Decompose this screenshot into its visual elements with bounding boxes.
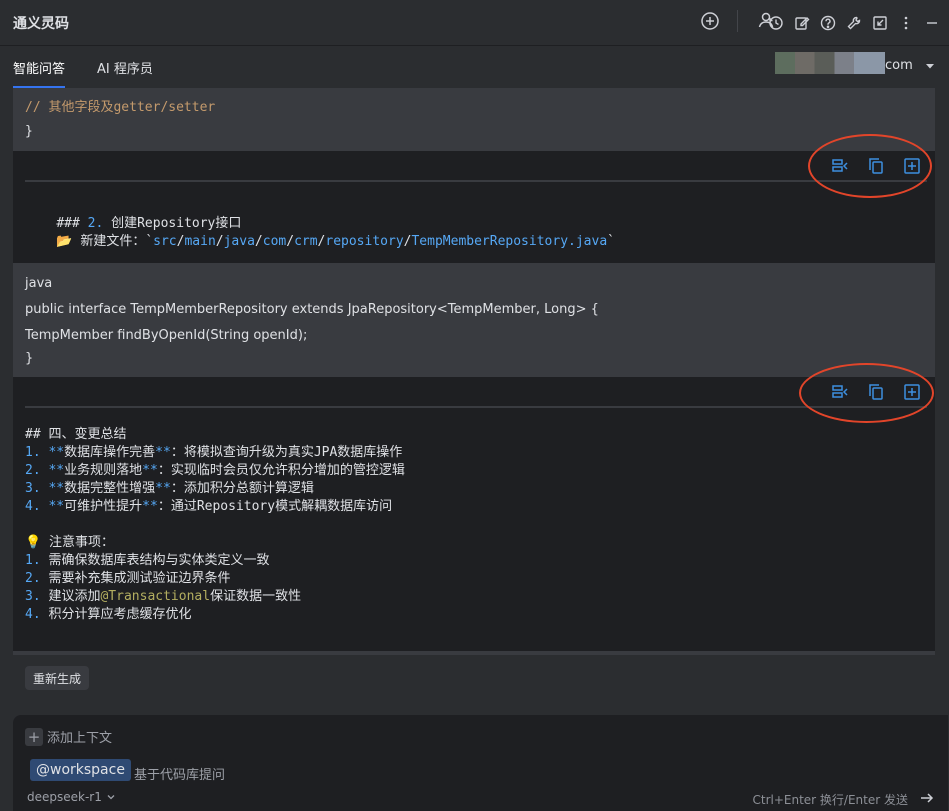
model-selector[interactable]: deepseek-r1 <box>27 790 116 804</box>
new-file-line: 📂 新建文件：`src/main/java/com/crm/repository… <box>56 234 615 249</box>
tab-ai-programmer[interactable]: AI 程序员 <box>97 46 153 88</box>
divider <box>25 180 927 182</box>
input-placeholder: 基于代码库提问 <box>134 768 226 783</box>
collapse-icon[interactable] <box>867 10 893 36</box>
code-lang: java <box>25 276 53 291</box>
code-block: java public interface TempMemberReposito… <box>13 263 935 377</box>
list-item: 2. 需要补充集成测试验证边界条件 <box>25 571 231 586</box>
edit-icon[interactable] <box>789 10 815 36</box>
title-bar: 通义灵码 <box>0 0 949 46</box>
chat-input-area[interactable]: + 添加上下文 @workspace 基于代码库提问 deepseek-r1 C… <box>13 715 948 811</box>
redacted-username <box>775 52 885 74</box>
code-block: // 其他字段及getter/setter } <box>13 88 935 151</box>
workspace-chip[interactable]: @workspace <box>30 759 131 781</box>
chat-content: // 其他字段及getter/setter } ### 2. 创建Reposit… <box>13 88 935 696</box>
divider <box>25 406 927 408</box>
chevron-down-icon <box>107 795 115 800</box>
folder-icon: 📂 <box>56 234 73 249</box>
code-line: } <box>25 351 34 366</box>
list-item: 1. **数据库操作完善**：将模拟查询升级为真实JPA数据库操作 <box>25 445 403 460</box>
help-icon[interactable] <box>815 10 841 36</box>
code-line: } <box>25 124 33 139</box>
plus-icon: + <box>25 727 43 746</box>
more-icon[interactable] <box>893 10 919 36</box>
send-hint: Ctrl+Enter 换行/Enter 发送 <box>752 793 909 807</box>
code-comment: // 其他字段及getter/setter <box>25 100 216 115</box>
user-icon[interactable] <box>756 10 776 30</box>
list-item: 2. **业务规则落地**：实现临时会员仅允许积分增加的管控逻辑 <box>25 463 405 478</box>
lightbulb-icon: 💡 <box>25 535 42 550</box>
list-item: 4. 积分计算应考虑缓存优化 <box>25 607 192 622</box>
annotation-circle <box>799 363 934 423</box>
code-line: public interface TempMemberRepository ex… <box>25 302 599 317</box>
divider <box>737 10 738 32</box>
new-chat-icon[interactable] <box>699 10 721 32</box>
list-item: 4. **可维护性提升**：通过Repository模式解耦数据库访问 <box>25 499 393 514</box>
chevron-down-icon[interactable] <box>924 60 936 72</box>
code-toolbar <box>13 377 935 407</box>
wrench-icon[interactable] <box>841 10 867 36</box>
annotation-circle <box>808 134 932 198</box>
code-toolbar <box>13 151 935 181</box>
tab-smart-qa[interactable]: 智能问答 <box>13 46 66 88</box>
add-context-button[interactable]: + 添加上下文 <box>25 727 112 746</box>
minimize-icon[interactable] <box>919 10 945 36</box>
code-line: TempMember findByOpenId(String openId); <box>25 328 308 343</box>
list-item: 3. **数据完整性增强**：添加积分总额计算逻辑 <box>25 481 314 496</box>
user-email[interactable]: com <box>885 58 913 73</box>
notes-heading: 💡 注意事项： <box>25 535 115 550</box>
message-actions: 重新生成 <box>13 651 935 697</box>
regenerate-button[interactable]: 重新生成 <box>25 666 90 690</box>
app-title: 通义灵码 <box>13 15 69 32</box>
list-item: 3. 建议添加@Transactional保证数据一致性 <box>25 589 302 604</box>
list-item: 1. 需确保数据库表结构与实体类定义一致 <box>25 553 270 568</box>
summary-heading: ## 四、变更总结 <box>25 427 127 442</box>
send-icon[interactable] <box>919 790 935 806</box>
